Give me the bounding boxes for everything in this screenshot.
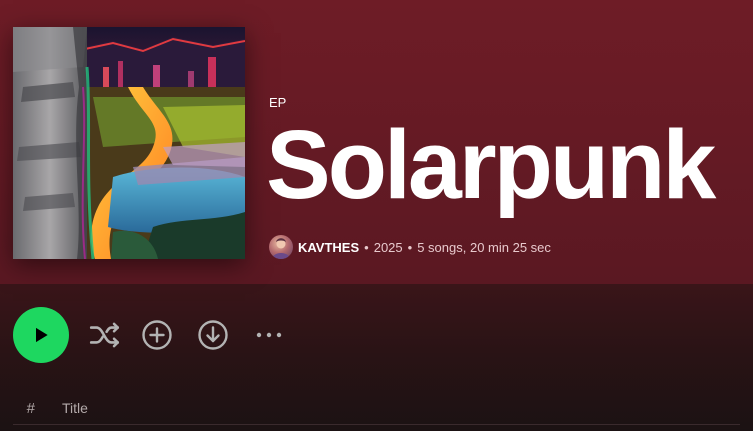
track-number-column-header: # <box>26 399 35 417</box>
more-options-button[interactable] <box>249 315 289 355</box>
song-count-duration: 5 songs, 20 min 25 sec <box>417 239 551 255</box>
title-column-header[interactable]: Title <box>62 400 88 416</box>
artist-avatar[interactable] <box>269 235 293 259</box>
album-meta: KAVTHES • 2025 • 5 songs, 20 min 25 sec <box>269 234 551 260</box>
meta-separator: • <box>407 239 413 255</box>
release-type-label: EP <box>269 95 287 110</box>
album-cover[interactable] <box>13 27 245 259</box>
more-options-icon <box>255 331 283 339</box>
shuffle-icon <box>88 318 122 352</box>
meta-separator: • <box>364 239 369 255</box>
artist-name-link[interactable]: KAVTHES <box>298 240 359 255</box>
add-circle-icon <box>141 319 173 351</box>
album-title: Solarpunk <box>266 110 716 219</box>
download-icon <box>197 319 229 351</box>
action-bar <box>13 307 289 363</box>
shuffle-button[interactable] <box>85 315 125 355</box>
release-year: 2025 <box>373 239 403 255</box>
download-button[interactable] <box>193 315 233 355</box>
add-to-library-button[interactable] <box>137 315 177 355</box>
play-icon <box>31 325 51 345</box>
tracklist-header: # Title <box>13 392 740 425</box>
play-button[interactable] <box>13 307 69 363</box>
